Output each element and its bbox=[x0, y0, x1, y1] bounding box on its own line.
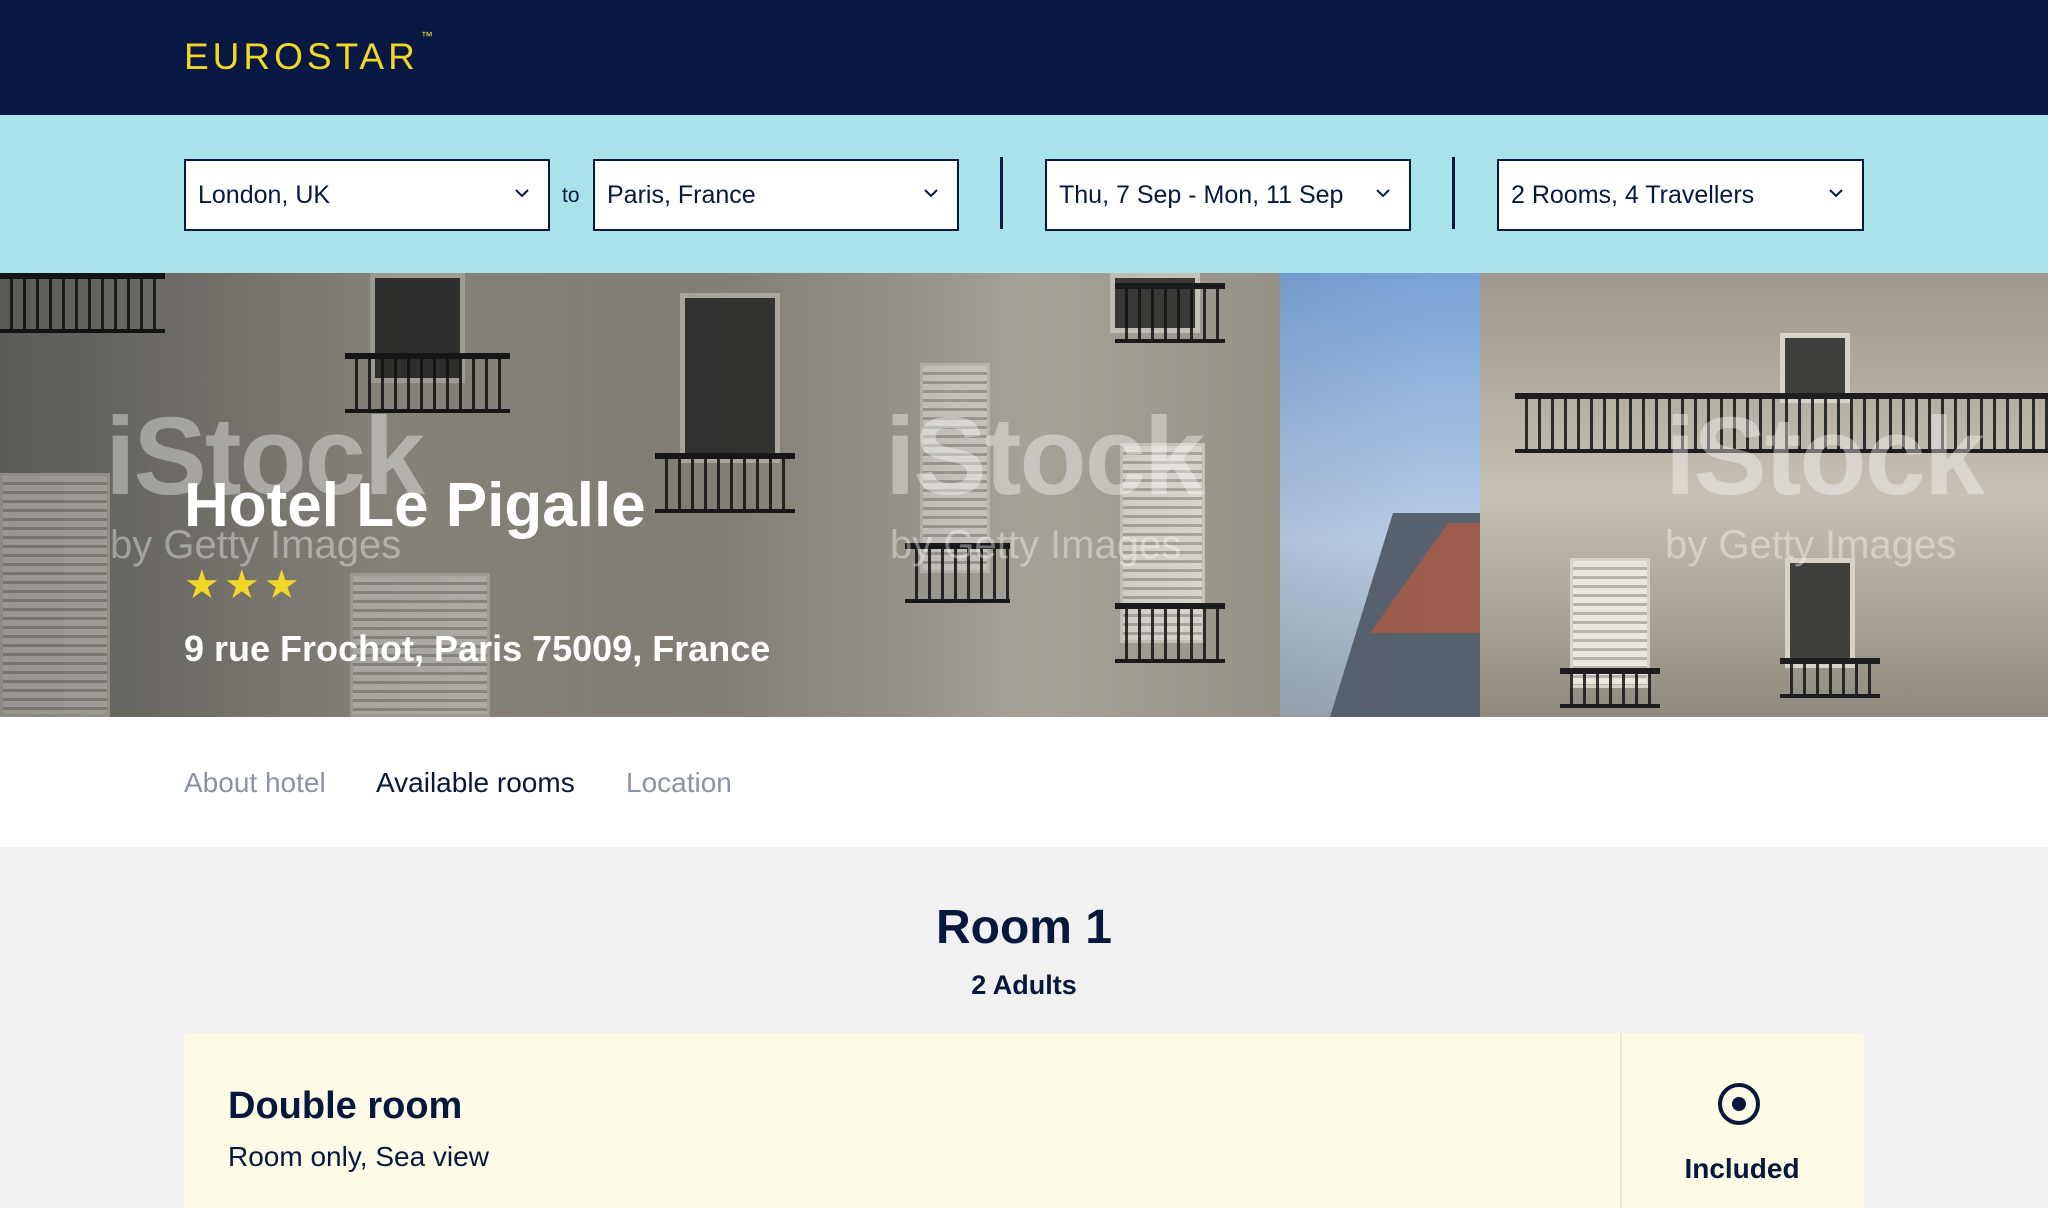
room-type-name: Double room bbox=[228, 1085, 463, 1127]
guests-select[interactable]: 2 Rooms, 4 Travellers bbox=[1497, 159, 1864, 231]
tab-available-rooms[interactable]: Available rooms bbox=[376, 767, 575, 799]
logo-text: EUROSTAR bbox=[184, 36, 419, 77]
room-select-radio[interactable] bbox=[1718, 1083, 1760, 1125]
tab-about-hotel[interactable]: About hotel bbox=[184, 767, 326, 799]
watermark-logo: iStock bbox=[1665, 395, 1985, 518]
destination-select[interactable]: Paris, France bbox=[593, 159, 959, 231]
top-header: EUROSTAR™ bbox=[0, 0, 2048, 115]
watermark-caption: by Getty Images bbox=[1665, 523, 1957, 567]
hotel-address: 9 rue Frochot, Paris 75009, France bbox=[184, 628, 771, 669]
room-option-card[interactable]: Double room Room only, Sea view Included bbox=[184, 1033, 1864, 1208]
chevron-down-icon bbox=[1376, 189, 1390, 198]
eurostar-logo[interactable]: EUROSTAR™ bbox=[184, 29, 433, 78]
hotel-tabs: About hotel Available rooms Location bbox=[0, 717, 2048, 847]
divider bbox=[1000, 157, 1003, 229]
chevron-down-icon bbox=[1829, 189, 1843, 198]
chevron-down-icon bbox=[515, 189, 529, 198]
chevron-down-icon bbox=[924, 189, 938, 198]
tab-location[interactable]: Location bbox=[626, 767, 732, 799]
room-title: Room 1 bbox=[935, 901, 1112, 954]
room-type-description: Room only, Sea view bbox=[228, 1141, 489, 1172]
price-status: Included bbox=[1684, 1153, 1800, 1184]
star-rating: ★★★ bbox=[184, 563, 304, 607]
guests-value: 2 Rooms, 4 Travellers bbox=[1511, 180, 1755, 209]
to-label: to bbox=[562, 184, 580, 207]
origin-select[interactable]: London, UK bbox=[184, 159, 550, 231]
dates-select[interactable]: Thu, 7 Sep - Mon, 11 Sep bbox=[1045, 159, 1411, 231]
watermark-caption: by Getty Images bbox=[890, 523, 1182, 567]
watermark-logo: iStock bbox=[885, 395, 1205, 518]
trademark-mark: ™ bbox=[420, 28, 433, 43]
dates-value: Thu, 7 Sep - Mon, 11 Sep bbox=[1059, 180, 1344, 209]
divider bbox=[1452, 157, 1455, 229]
room-occupancy: 2 Adults bbox=[971, 970, 1077, 1000]
search-bar: London, UK to Paris, France Thu, 7 Sep -… bbox=[0, 115, 2048, 273]
destination-value: Paris, France bbox=[607, 180, 756, 209]
radio-selected-dot bbox=[1732, 1097, 1746, 1111]
hotel-name: Hotel Le Pigalle bbox=[184, 471, 646, 540]
origin-value: London, UK bbox=[198, 180, 331, 209]
